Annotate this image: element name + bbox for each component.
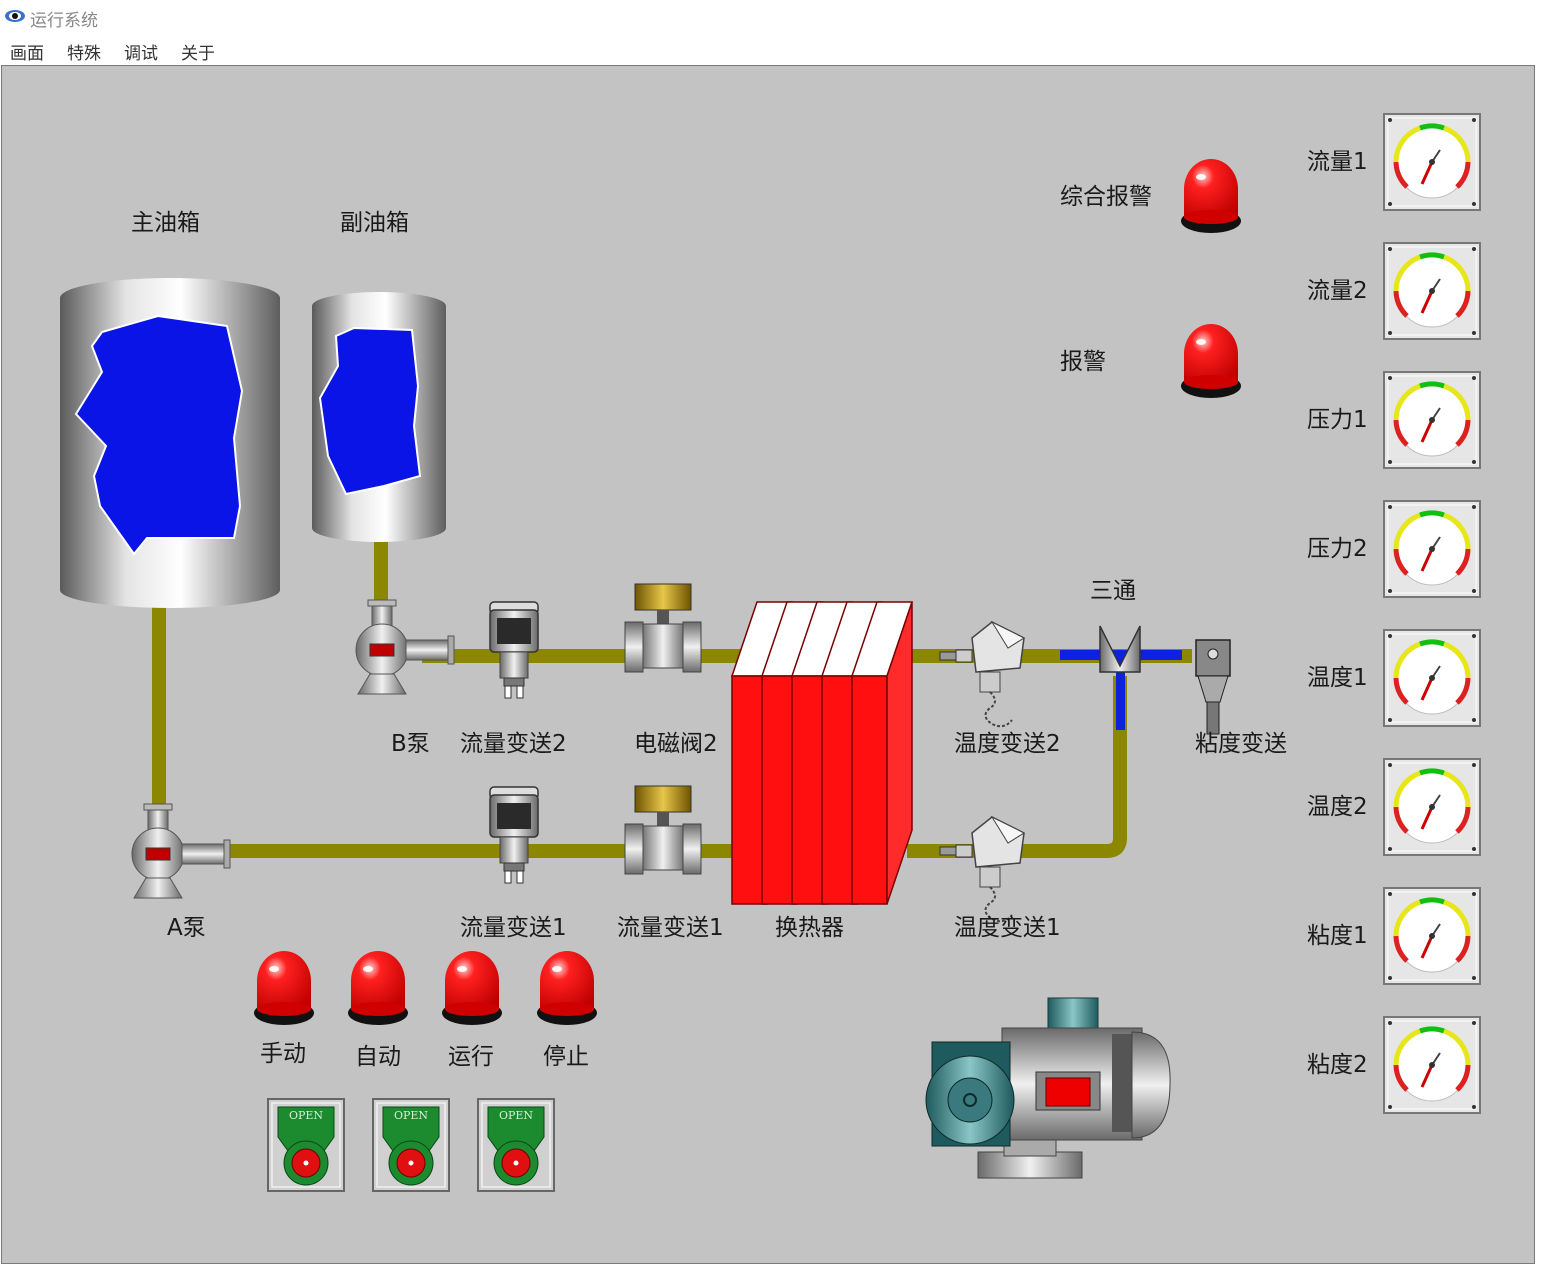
secondary-tank — [312, 292, 446, 542]
gauge-pressure-1-label: 压力1 — [1307, 407, 1368, 433]
eye-icon — [5, 10, 25, 22]
heat-exchanger — [730, 601, 914, 905]
pump-a-label: A泵 — [167, 915, 206, 941]
heat-exchanger-label: 换热器 — [775, 915, 844, 941]
solenoid-valve-1-label: 流量变送1 — [617, 915, 724, 941]
gauge-viscosity-2-label: 粘度2 — [1307, 1052, 1368, 1078]
gauge-viscosity-2 — [1384, 1017, 1480, 1113]
auto-label: 自动 — [355, 1044, 401, 1070]
run-label: 运行 — [448, 1044, 494, 1070]
solenoid-valve-2[interactable] — [624, 583, 702, 673]
flow-transmitter-1 — [489, 786, 539, 884]
gauge-flow-1 — [1384, 114, 1480, 210]
solenoid-valve-2-label: 电磁阀2 — [634, 731, 718, 757]
temp-transmitter-2-label: 温度变送2 — [954, 731, 1061, 757]
menu-bar: 画面 特殊 调试 关于 — [0, 34, 1543, 64]
general-alarm-label: 综合报警 — [1060, 184, 1152, 210]
menu-item-screen[interactable]: 画面 — [10, 39, 44, 64]
open-button-1-label: OPEN — [289, 1109, 323, 1122]
secondary-tank-label: 副油箱 — [340, 210, 409, 236]
open-button-2-label: OPEN — [394, 1109, 428, 1122]
motor — [925, 997, 1171, 1179]
gauge-pressure-2-label: 压力2 — [1307, 536, 1368, 562]
menu-item-about[interactable]: 关于 — [181, 39, 215, 64]
viscosity-transmitter — [1195, 639, 1231, 735]
stop-lamp — [537, 951, 597, 1025]
gauge-flow-2 — [1384, 243, 1480, 339]
title-bar: 运行系统 — [0, 0, 1543, 34]
solenoid-valve-1[interactable] — [624, 785, 702, 875]
pump-a[interactable] — [131, 803, 231, 899]
gauge-pressure-2 — [1384, 501, 1480, 597]
alarm-lamp — [1181, 324, 1241, 398]
temp-transmitter-2 — [939, 621, 1025, 728]
temp-transmitter-1-label: 温度变送1 — [954, 915, 1061, 941]
gauge-temp-1-label: 温度1 — [1307, 665, 1368, 691]
flow-transmitter-1-label: 流量变送1 — [460, 915, 567, 941]
temp-transmitter-1 — [939, 816, 1025, 923]
tee-label: 三通 — [1090, 578, 1136, 604]
stop-label: 停止 — [543, 1044, 589, 1070]
flow-transmitter-2 — [489, 601, 539, 699]
pump-b[interactable] — [355, 599, 455, 695]
gauge-flow-1-label: 流量1 — [1307, 149, 1368, 175]
main-tank-label: 主油箱 — [131, 210, 200, 236]
manual-lamp — [254, 951, 314, 1025]
alarm-label: 报警 — [1060, 349, 1106, 375]
main-tank — [60, 278, 280, 608]
process-canvas: OPEN OPEN OPEN 主油箱 副油箱 B泵 流量变送2 电磁阀2 温度变… — [1, 65, 1535, 1264]
auto-lamp — [348, 951, 408, 1025]
gauge-temp-2-label: 温度2 — [1307, 794, 1368, 820]
process-diagram: OPEN OPEN OPEN — [60, 66, 1536, 1192]
gauge-pressure-1 — [1384, 372, 1480, 468]
gauge-viscosity-1 — [1384, 888, 1480, 984]
gauge-temp-2 — [1384, 759, 1480, 855]
window-title: 运行系统 — [30, 11, 98, 31]
manual-label: 手动 — [260, 1041, 306, 1067]
gauge-temp-1 — [1384, 630, 1480, 726]
general-alarm-lamp — [1181, 159, 1241, 233]
menu-item-debug[interactable]: 调试 — [124, 39, 158, 64]
menu-item-special[interactable]: 特殊 — [67, 39, 101, 64]
run-lamp — [442, 951, 502, 1025]
gauge-viscosity-1-label: 粘度1 — [1307, 923, 1368, 949]
viscosity-transmitter-label: 粘度变送 — [1195, 731, 1287, 757]
flow-transmitter-2-label: 流量变送2 — [460, 731, 567, 757]
open-button-3-label: OPEN — [499, 1109, 533, 1122]
pump-b-label: B泵 — [391, 731, 430, 757]
gauge-flow-2-label: 流量2 — [1307, 278, 1368, 304]
